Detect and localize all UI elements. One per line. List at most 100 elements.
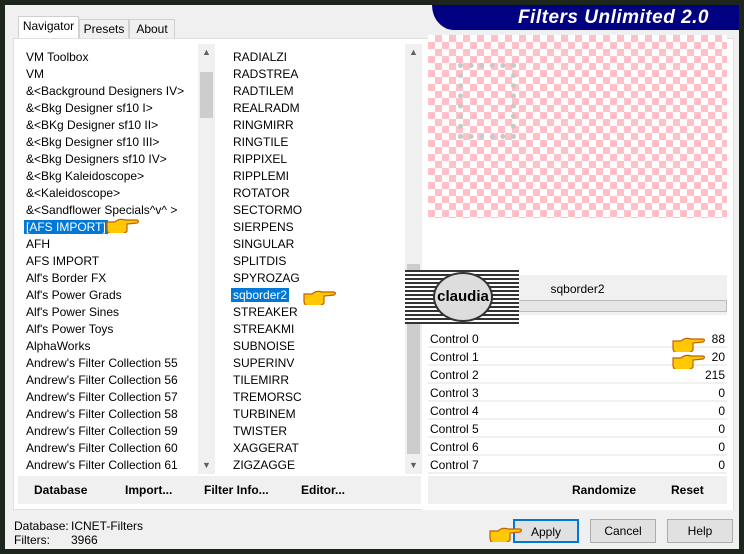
list-item-label: Alf's Border FX xyxy=(26,271,107,285)
list-item-label: SPYROZAG xyxy=(233,271,300,285)
list-item[interactable]: &<Kaleidoscope> xyxy=(18,185,198,202)
filter-info-button[interactable]: Filter Info... xyxy=(204,480,269,500)
list-item[interactable]: Andrew's Filter Collection 58 xyxy=(18,406,198,423)
filter-scrollbar[interactable]: ▲ ▼ xyxy=(405,44,422,474)
list-item-label: RINGTILE xyxy=(233,135,289,149)
apply-button[interactable]: Apply xyxy=(513,519,579,543)
control-slider-5[interactable]: Control 5 0 xyxy=(428,420,727,438)
control-value[interactable]: 0 xyxy=(718,402,725,420)
list-item[interactable]: RIPPLEMI xyxy=(225,168,405,185)
reset-button[interactable]: Reset xyxy=(671,480,704,500)
list-item[interactable]: RADIALZI xyxy=(225,49,405,66)
list-item[interactable]: AFS IMPORT xyxy=(18,253,198,270)
list-item-label: SPLITDIS xyxy=(233,254,287,268)
list-item[interactable]: Andrew's Filter Collection 59 xyxy=(18,423,198,440)
list-item[interactable]: TURBINEM xyxy=(225,406,405,423)
list-item[interactable]: STREAKMI xyxy=(225,321,405,338)
list-item[interactable]: VM Toolbox xyxy=(18,49,198,66)
list-item-label: Alf's Power Grads xyxy=(26,288,122,302)
filter-list[interactable]: RADIALZI RADSTREA RADTILEM REALRADM RINGMIRR… xyxy=(225,44,405,474)
control-value[interactable]: 0 xyxy=(718,384,725,402)
randomize-button[interactable]: Randomize xyxy=(572,480,636,500)
scroll-down-icon[interactable]: ▼ xyxy=(405,457,422,474)
list-item[interactable]: &<BKg Designer sf10 II> xyxy=(18,117,198,134)
list-item[interactable]: SPYROZAG xyxy=(225,270,405,287)
list-item[interactable]: TILEMIRR xyxy=(225,372,405,389)
list-item[interactable]: VM xyxy=(18,66,198,83)
control-slider-3[interactable]: Control 3 0 xyxy=(428,384,727,402)
list-item[interactable]: RINGMIRR xyxy=(225,117,405,134)
control-value[interactable]: 215 xyxy=(705,366,725,384)
scroll-thumb[interactable] xyxy=(200,72,213,118)
help-button[interactable]: Help xyxy=(667,519,733,543)
list-item[interactable]: Alf's Border FX xyxy=(18,270,198,287)
list-item[interactable]: SPLITDIS xyxy=(225,253,405,270)
list-item[interactable]: XAGGERAT xyxy=(225,440,405,457)
list-item-label: SINGULAR xyxy=(233,237,295,251)
control-label: Control 0 xyxy=(430,332,479,346)
list-item[interactable]: SINGULAR xyxy=(225,236,405,253)
list-item-label: RINGMIRR xyxy=(233,118,294,132)
list-item[interactable]: &<Bkg Kaleidoscope> xyxy=(18,168,198,185)
control-value[interactable]: 20 xyxy=(712,348,725,366)
scroll-up-icon[interactable]: ▲ xyxy=(405,44,422,61)
list-item-label: VM Toolbox xyxy=(26,50,89,64)
preview-image xyxy=(428,35,727,218)
control-slider-4[interactable]: Control 4 0 xyxy=(428,402,727,420)
list-item-label: AlphaWorks xyxy=(26,339,91,353)
list-item-label: TWISTER xyxy=(233,424,287,438)
control-slider-6[interactable]: Control 6 0 xyxy=(428,438,727,456)
list-item[interactable]: TREMORSC xyxy=(225,389,405,406)
list-item[interactable]: SUPERINV xyxy=(225,355,405,372)
list-item-label: &<Background Designers IV> xyxy=(26,84,185,98)
list-item[interactable]: &<Background Designers IV> xyxy=(18,83,198,100)
category-list[interactable]: VM Toolbox VM &<Background Designers IV> &<… xyxy=(18,44,198,474)
list-item[interactable]: AlphaWorks xyxy=(18,338,198,355)
list-item[interactable]: REALRADM xyxy=(225,100,405,117)
tab-presets[interactable]: Presets xyxy=(79,19,129,39)
list-item[interactable]: AFH xyxy=(18,236,198,253)
category-scrollbar[interactable]: ▲ ▼ xyxy=(198,44,215,474)
control-value[interactable]: 0 xyxy=(718,438,725,456)
list-item[interactable]: SECTORMO xyxy=(225,202,405,219)
list-item[interactable]: Andrew's Filter Collection 61 xyxy=(18,457,198,474)
cancel-button[interactable]: Cancel xyxy=(590,519,656,543)
list-item[interactable]: SIERPENS xyxy=(225,219,405,236)
tab-navigator[interactable]: Navigator xyxy=(18,16,79,40)
pointing-hand-icon xyxy=(672,354,705,369)
list-item[interactable]: ZIGZAGGE xyxy=(225,457,405,474)
control-value[interactable]: 0 xyxy=(718,420,725,438)
list-item[interactable]: ROTATOR xyxy=(225,185,405,202)
list-item-label: VM xyxy=(26,67,44,81)
list-item[interactable]: Andrew's Filter Collection 55 xyxy=(18,355,198,372)
control-value[interactable]: 0 xyxy=(718,456,725,474)
list-item[interactable]: Alf's Power Grads xyxy=(18,287,198,304)
scroll-up-icon[interactable]: ▲ xyxy=(198,44,215,61)
database-button[interactable]: Database xyxy=(34,480,87,500)
list-item[interactable]: TWISTER xyxy=(225,423,405,440)
list-item[interactable]: RADSTREA xyxy=(225,66,405,83)
scroll-down-icon[interactable]: ▼ xyxy=(198,457,215,474)
editor-button[interactable]: Editor... xyxy=(301,480,345,500)
list-item-label: &<Sandflower Specials^v^ > xyxy=(26,203,178,217)
import-button[interactable]: Import... xyxy=(125,480,172,500)
control-label: Control 6 xyxy=(430,440,479,454)
list-item[interactable]: &<Bkg Designer sf10 III> xyxy=(18,134,198,151)
tab-about[interactable]: About xyxy=(129,19,175,39)
list-item[interactable]: RINGTILE xyxy=(225,134,405,151)
list-item[interactable]: Alf's Power Sines xyxy=(18,304,198,321)
list-item[interactable]: RIPPIXEL xyxy=(225,151,405,168)
list-item[interactable]: Andrew's Filter Collection 56 xyxy=(18,372,198,389)
list-item[interactable]: Alf's Power Toys xyxy=(18,321,198,338)
control-value[interactable]: 88 xyxy=(712,330,725,348)
control-slider-7[interactable]: Control 7 0 xyxy=(428,456,727,474)
list-item[interactable]: &<Bkg Designers sf10 IV> xyxy=(18,151,198,168)
list-item-label: sqborder2 xyxy=(231,288,290,302)
list-item[interactable]: Andrew's Filter Collection 60 xyxy=(18,440,198,457)
list-item-label: &<Bkg Designers sf10 IV> xyxy=(26,152,167,166)
list-item[interactable]: &<Bkg Designer sf10 I> xyxy=(18,100,198,117)
list-item[interactable]: SUBNOISE xyxy=(225,338,405,355)
list-item[interactable]: RADTILEM xyxy=(225,83,405,100)
list-item[interactable]: STREAKER xyxy=(225,304,405,321)
list-item[interactable]: Andrew's Filter Collection 57 xyxy=(18,389,198,406)
